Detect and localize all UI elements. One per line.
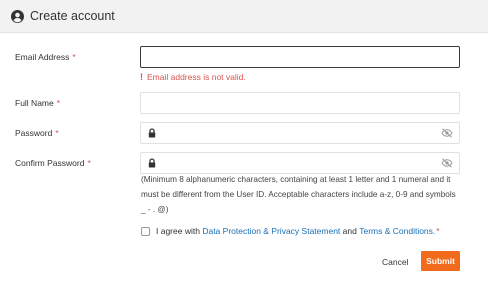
email-error-message: ! Email address is not valid. bbox=[140, 72, 246, 82]
agree-prefix: I agree with bbox=[156, 226, 200, 236]
terms-link[interactable]: Terms & Conditions. bbox=[359, 226, 435, 236]
full-name-label: Full Name * bbox=[15, 98, 60, 108]
required-mark: * bbox=[436, 226, 440, 236]
full-name-field[interactable] bbox=[141, 93, 459, 113]
agree-checkbox[interactable] bbox=[141, 226, 150, 236]
email-field[interactable] bbox=[141, 47, 459, 67]
email-error-text: Email address is not valid. bbox=[147, 72, 246, 82]
lock-icon bbox=[147, 158, 157, 168]
cancel-button[interactable]: Cancel bbox=[382, 253, 408, 271]
confirm-password-label-text: Confirm Password bbox=[15, 158, 85, 168]
full-name-field-wrapper bbox=[140, 92, 460, 114]
full-name-label-text: Full Name bbox=[15, 98, 54, 108]
confirm-password-label: Confirm Password * bbox=[15, 158, 91, 168]
eye-off-icon[interactable] bbox=[441, 158, 453, 168]
lock-icon bbox=[147, 128, 157, 138]
password-label-text: Password bbox=[15, 128, 53, 138]
password-label: Password * bbox=[15, 128, 59, 138]
password-field[interactable] bbox=[157, 123, 441, 143]
user-circle-icon bbox=[11, 9, 24, 23]
required-mark: * bbox=[72, 52, 76, 62]
confirm-password-field-wrapper bbox=[140, 152, 460, 174]
agreement-row: I agree with Data Protection & Privacy S… bbox=[141, 226, 440, 236]
password-hint: (Minimum 8 alphanumeric characters, cont… bbox=[141, 175, 456, 214]
required-mark: * bbox=[56, 98, 61, 108]
email-field-wrapper bbox=[140, 46, 460, 68]
agree-middle: and bbox=[342, 226, 357, 236]
email-label-text: Email Address bbox=[15, 52, 70, 62]
page-header: Create account bbox=[0, 0, 488, 33]
page-title: Create account bbox=[30, 9, 115, 23]
password-field-wrapper bbox=[140, 122, 460, 144]
eye-off-icon[interactable] bbox=[441, 128, 453, 138]
submit-button[interactable]: Submit bbox=[421, 251, 460, 271]
privacy-statement-link[interactable]: Data Protection & Privacy Statement bbox=[202, 226, 340, 236]
required-mark: * bbox=[87, 158, 91, 168]
confirm-password-field[interactable] bbox=[157, 153, 441, 173]
required-mark: * bbox=[55, 128, 59, 138]
email-label: Email Address * bbox=[15, 52, 76, 62]
error-icon: ! bbox=[140, 72, 143, 82]
